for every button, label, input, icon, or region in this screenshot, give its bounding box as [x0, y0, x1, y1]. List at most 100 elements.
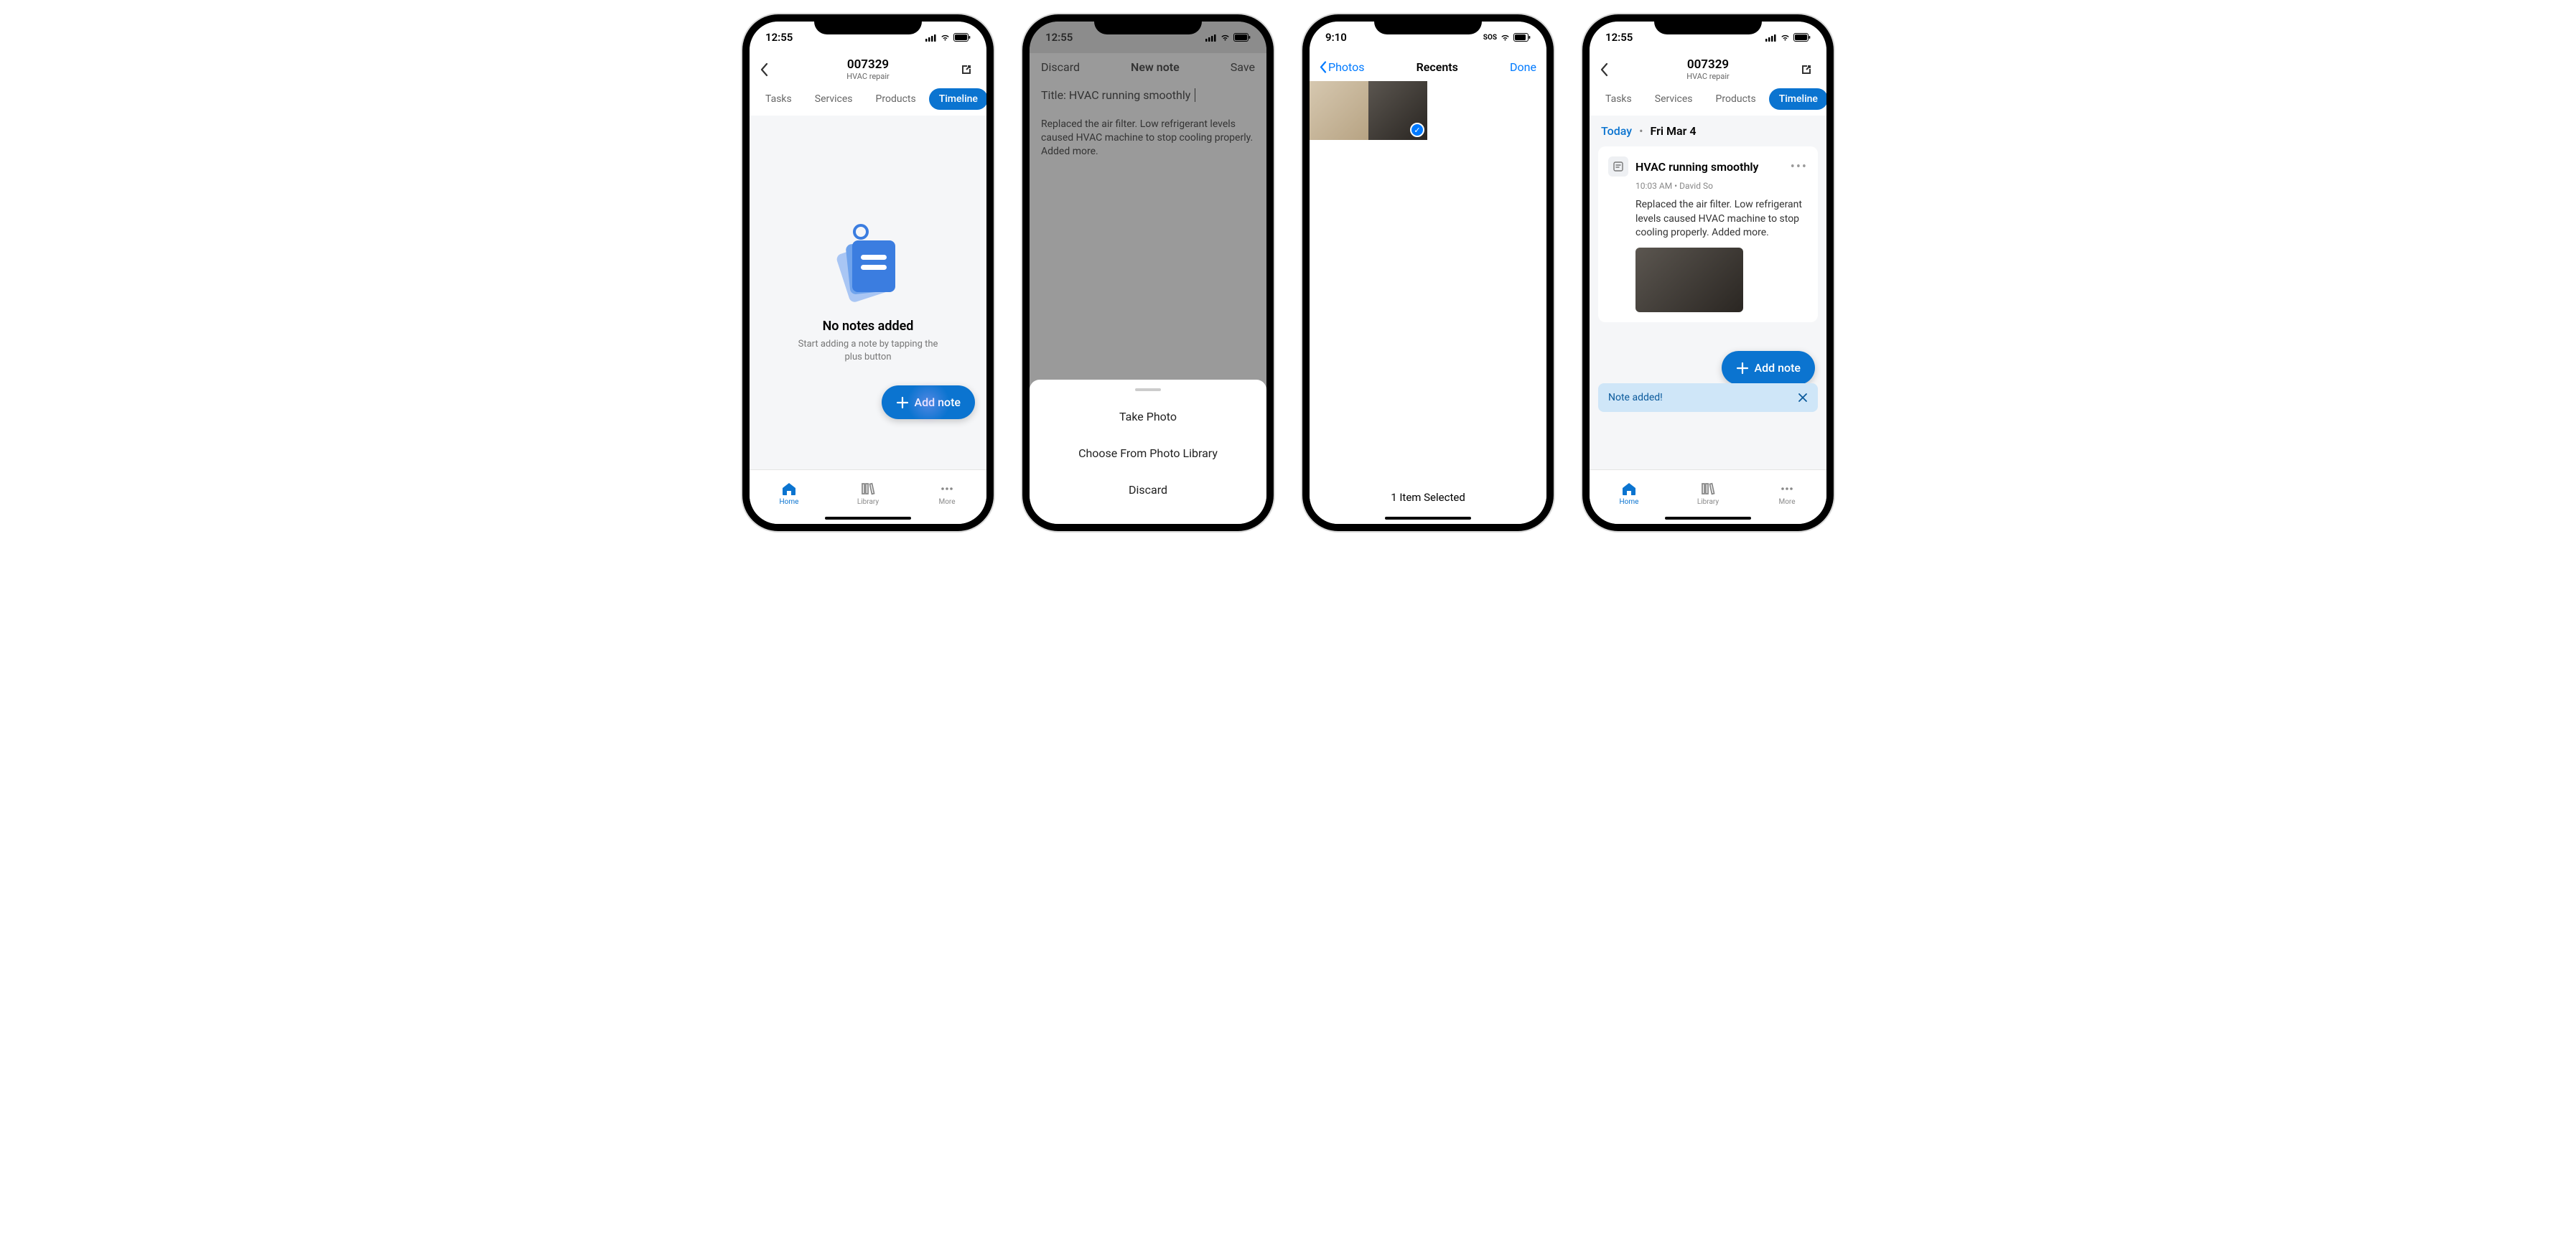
back-button[interactable] [1600, 62, 1617, 77]
chevron-left-icon [1320, 61, 1327, 73]
home-indicator[interactable] [1385, 517, 1471, 520]
status-time: 12:55 [1605, 31, 1633, 44]
cursor [1192, 88, 1195, 102]
phone-frame-2: 12:55 Discard New note Save Title: HVAC … [1022, 14, 1274, 531]
back-button[interactable] [760, 62, 777, 77]
more-icon [1779, 482, 1795, 496]
battery-icon [1513, 33, 1531, 42]
nav-home[interactable]: Home [750, 470, 829, 517]
date-label: Fri Mar 4 [1651, 124, 1697, 138]
empty-subtitle: Start adding a note by tapping the plus … [789, 338, 947, 364]
save-button[interactable]: Save [1231, 60, 1255, 74]
sheet-take-photo[interactable]: Take Photo [1030, 398, 1266, 435]
nav-library[interactable]: Library [1669, 470, 1747, 517]
photo-picker-header: Photos Recents Done [1310, 53, 1546, 81]
today-link[interactable]: Today [1601, 124, 1632, 138]
header: 007329 HVAC repair [1590, 53, 1826, 84]
toast-close-button[interactable] [1798, 393, 1808, 403]
signal-icon [1205, 34, 1217, 42]
external-link-icon [959, 62, 974, 77]
note-title-field[interactable]: Title: HVAC running smoothly [1030, 81, 1266, 109]
header-subtitle: HVAC repair [1617, 72, 1799, 81]
note-body: Replaced the air filter. Low refrigerant… [1635, 198, 1808, 240]
tab-timeline[interactable]: Timeline [929, 88, 986, 110]
separator-dot: • [1639, 124, 1643, 138]
tab-services[interactable]: Services [805, 88, 863, 110]
photo-thumbnail[interactable] [1310, 81, 1368, 140]
battery-icon [1793, 33, 1811, 42]
nav-home[interactable]: Home [1590, 470, 1669, 517]
wifi-icon [1780, 34, 1791, 42]
external-link-button[interactable] [959, 62, 976, 77]
tab-bar: Tasks Services Products Timeline [1590, 84, 1826, 116]
header-subtitle: HVAC repair [777, 72, 959, 81]
nav-label: More [938, 498, 955, 506]
nav-more[interactable]: More [907, 470, 986, 517]
notch [1094, 14, 1202, 34]
selected-check-icon: ✓ [1410, 123, 1424, 137]
signal-icon [925, 34, 937, 42]
photo-thumbnail-selected[interactable]: ✓ [1368, 81, 1427, 140]
status-time: 12:55 [765, 31, 793, 44]
note-attachment-thumbnail[interactable] [1635, 248, 1743, 312]
status-indicators [1765, 33, 1811, 42]
tab-products[interactable]: Products [1706, 88, 1766, 110]
title-prefix: Title: [1041, 88, 1066, 102]
wifi-icon [1500, 34, 1511, 42]
tab-tasks[interactable]: Tasks [755, 88, 802, 110]
status-indicators: SOS [1483, 33, 1531, 42]
nav-more[interactable]: More [1747, 470, 1826, 517]
nav-label: Library [1697, 498, 1719, 506]
photos-back-button[interactable]: Photos [1320, 60, 1365, 74]
library-icon [1700, 482, 1716, 496]
action-sheet: Take Photo Choose From Photo Library Dis… [1030, 380, 1266, 524]
home-indicator[interactable] [825, 517, 911, 520]
note-card[interactable]: HVAC running smoothly ••• 10:03 AM • Dav… [1598, 146, 1818, 322]
nav-label: Home [780, 498, 799, 506]
tab-tasks[interactable]: Tasks [1595, 88, 1642, 110]
photo-grid: ✓ [1310, 81, 1546, 479]
home-indicator[interactable] [1665, 517, 1751, 520]
plus-icon [1736, 362, 1749, 375]
nav-library[interactable]: Library [829, 470, 907, 517]
tab-bar: Tasks Services Products Timeline [750, 84, 986, 116]
status-time: 12:55 [1045, 31, 1073, 44]
nav-label: More [1778, 498, 1795, 506]
nav-label: Home [1620, 498, 1639, 506]
wifi-icon [1220, 34, 1231, 42]
tab-products[interactable]: Products [866, 88, 926, 110]
nav-label: Library [857, 498, 879, 506]
phone-frame-4: 12:55 007329 HVAC repair Tasks Services … [1582, 14, 1834, 531]
discard-button[interactable]: Discard [1041, 60, 1080, 74]
note-body-field[interactable]: Replaced the air filter. Low refrigerant… [1030, 109, 1266, 415]
status-indicators [1205, 33, 1251, 42]
phone-frame-3: 9:10 SOS Photos Recents Done ✓ 1 Item Se… [1302, 14, 1554, 531]
library-icon [860, 482, 876, 496]
empty-title: No notes added [823, 319, 914, 334]
sos-indicator: SOS [1483, 34, 1497, 42]
header-title: 007329 [1617, 57, 1799, 72]
sheet-discard[interactable]: Discard [1030, 472, 1266, 508]
fab-label: Add note [1755, 361, 1801, 375]
done-button[interactable]: Done [1510, 60, 1536, 74]
note-icon [1608, 156, 1628, 177]
add-note-button[interactable]: Add note [1722, 351, 1816, 385]
external-link-button[interactable] [1799, 62, 1816, 77]
add-note-button[interactable]: Add note [882, 385, 976, 419]
wifi-icon [940, 34, 951, 42]
status-time: 9:10 [1325, 31, 1347, 44]
note-meta: 10:03 AM • David So [1635, 181, 1808, 191]
sheet-choose-library[interactable]: Choose From Photo Library [1030, 435, 1266, 472]
sheet-handle[interactable] [1135, 388, 1161, 391]
status-indicators [925, 33, 971, 42]
note-more-button[interactable]: ••• [1791, 159, 1808, 174]
tab-timeline[interactable]: Timeline [1769, 88, 1826, 110]
header: 007329 HVAC repair [750, 53, 986, 84]
back-label: Photos [1328, 60, 1365, 74]
close-icon [1798, 393, 1808, 403]
header-title: New note [1131, 60, 1180, 74]
tab-services[interactable]: Services [1645, 88, 1703, 110]
note-title: HVAC running smoothly [1635, 160, 1783, 174]
toast-message: Note added! [1608, 392, 1663, 403]
date-header: Today • Fri Mar 4 [1590, 116, 1826, 146]
